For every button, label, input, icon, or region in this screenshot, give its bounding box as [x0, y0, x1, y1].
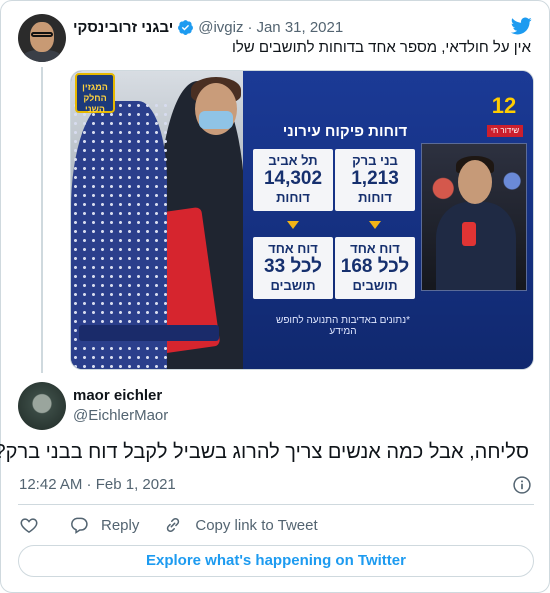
street-scene: המגזין החלק השני — [71, 71, 245, 369]
embedded-tweet-card: יבגני זרובינסקי @ivgiz · Jan 31, 2021 אי… — [0, 0, 550, 593]
copy-link-label: Copy link to Tweet — [195, 516, 318, 534]
channel-12-logo: 12 — [491, 93, 517, 118]
arrow-down-icon — [369, 221, 381, 229]
twitter-bird-icon[interactable] — [509, 15, 533, 37]
parent-author-name[interactable]: יבגני זרובינסקי — [73, 19, 173, 36]
info-icon[interactable] — [512, 475, 532, 495]
thread-connector-line — [41, 67, 43, 373]
arrow-down-icon — [287, 221, 299, 229]
show-logo: המגזין החלק השני — [75, 73, 115, 114]
reply-author-handle[interactable]: @EichlerMaor — [73, 407, 168, 424]
reply-button[interactable]: Reply — [69, 515, 139, 535]
copy-link-button[interactable]: Copy link to Tweet — [163, 515, 318, 535]
stats-panel: דוחות פיקוח עירוני תל אביב 14,302 דוחות … — [243, 71, 533, 369]
reporter-video-inset — [421, 143, 527, 291]
verified-badge-icon — [178, 19, 194, 35]
ratio-box-tel-aviv: דוח אחד לכל 33 תושבים — [253, 237, 333, 299]
reply-bubble-icon — [71, 517, 88, 534]
parent-tweet-header: יבגני זרובינסקי @ivgiz · Jan 31, 2021 — [73, 15, 468, 39]
reply-timestamp[interactable]: 12:42 AM · Feb 1, 2021 — [19, 476, 176, 493]
reply-label: Reply — [101, 516, 140, 534]
parent-author-avatar[interactable] — [18, 14, 66, 62]
link-icon — [167, 517, 180, 533]
parent-tweet-media-image[interactable]: המגזין החלק השני דוחות פיקוח עירוני תל א… — [70, 70, 534, 370]
microphone-icon — [462, 222, 476, 246]
explore-twitter-button[interactable]: Explore what's happening on Twitter — [18, 545, 534, 577]
data-source-note: *נתונים באדיבות התנועה לחופש המידע — [276, 315, 410, 337]
parent-author-handle[interactable]: @ivgiz — [198, 19, 243, 36]
reply-author-avatar[interactable] — [18, 382, 66, 430]
parent-tweet-text: אין על חולדאי, מספר אחד בדוחות לתושבים ש… — [231, 39, 531, 56]
reply-tweet-text: סליחה, אבל כמה אנשים צריך להרוג בשביל לק… — [0, 441, 529, 463]
reply-author-name[interactable]: maor eichler — [73, 387, 162, 404]
like-button[interactable] — [19, 515, 39, 535]
header-separator: · — [247, 18, 253, 36]
stat-box-tel-aviv: תל אביב 14,302 דוחות — [253, 149, 333, 211]
heart-icon — [20, 518, 38, 533]
ratio-box-bnei-brak: דוח אחד לכל 168 תושבים — [335, 237, 415, 299]
tweet-actions-bar: Reply Copy link to Tweet — [19, 512, 342, 538]
parent-tweet-date[interactable]: Jan 31, 2021 — [256, 19, 343, 36]
divider — [18, 504, 534, 505]
live-broadcast-tag: שידור חי — [487, 125, 523, 137]
stat-box-bnei-brak: בני ברק 1,213 דוחות — [335, 149, 415, 211]
stats-panel-title: דוחות פיקוח עירוני — [282, 123, 408, 140]
